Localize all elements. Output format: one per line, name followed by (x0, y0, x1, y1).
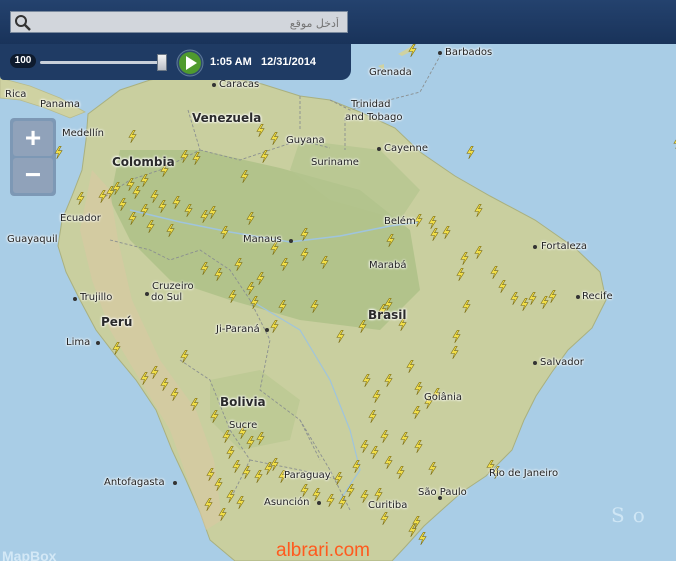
attribution-label[interactable]: MapBox (2, 548, 56, 561)
country-label: Bolivia (220, 395, 266, 409)
city-label: Belém (384, 216, 416, 227)
speed-badge[interactable]: 100 (10, 54, 36, 68)
city-label: Medellín (62, 128, 104, 139)
ocean-label: So (611, 503, 653, 527)
city-marker (265, 328, 269, 332)
city-label: Lima (66, 337, 91, 348)
city-label: Guayaquil (7, 234, 58, 245)
city-label: Panama (40, 99, 81, 110)
city-label: Manaus (243, 234, 282, 245)
city-marker (576, 295, 580, 299)
city-marker (73, 297, 77, 301)
city-label: Ji-Paraná (216, 324, 260, 335)
zoom-out-button[interactable]: − (13, 158, 53, 193)
city-label: do Sul (151, 292, 183, 303)
city-label: Rica (5, 89, 27, 100)
city-label: Barbados (445, 47, 493, 58)
city-label: Cruzeiro (152, 281, 194, 292)
city-label: Guyana (286, 135, 325, 146)
map-view[interactable]: Barbados Grenada Caracas Trinidad and To… (0, 0, 676, 561)
city-label: São Paulo (418, 487, 467, 498)
city-marker (289, 239, 293, 243)
date-readout: 12/31/2014 (261, 56, 317, 68)
magnifier-icon[interactable] (14, 14, 32, 32)
city-marker (212, 83, 216, 87)
city-label: Goiânia (424, 392, 463, 403)
city-label: Caracas (219, 79, 260, 90)
city-label: Sucre (229, 420, 258, 431)
city-label: Ecuador (60, 213, 101, 224)
timeline-slider[interactable] (40, 61, 164, 64)
city-label: Antofagasta (104, 477, 165, 488)
timeline-handle[interactable] (157, 54, 168, 71)
city-marker (438, 496, 442, 500)
city-label: Paraguay (284, 470, 331, 481)
city-marker (377, 147, 381, 151)
city-marker (317, 501, 321, 505)
city-label: Trujillo (80, 292, 113, 303)
city-label: Fortaleza (541, 241, 587, 252)
zoom-in-button[interactable]: + (13, 121, 53, 156)
city-marker (145, 292, 149, 296)
city-marker (96, 341, 100, 345)
city-label: Suriname (311, 157, 359, 168)
city-label: Curitiba (368, 500, 408, 511)
city-label: Recife (582, 291, 613, 302)
time-readout: 1:05 AM (210, 56, 252, 68)
country-label: Venezuela (192, 111, 262, 125)
city-marker (173, 481, 177, 485)
search-box[interactable] (10, 11, 348, 34)
zoom-control: + − (10, 118, 56, 196)
city-label: Salvador (540, 357, 584, 368)
city-label: Asunción (264, 497, 310, 508)
city-label: Grenada (369, 67, 412, 78)
city-label: Marabá (369, 260, 407, 271)
city-marker (438, 51, 442, 55)
country-label: Brasil (368, 308, 407, 322)
watermark: albrari.com (276, 540, 370, 561)
city-label: Trinidad (351, 99, 391, 110)
city-label: Cayenne (384, 143, 429, 154)
country-label: Colombia (112, 155, 175, 169)
map-canvas[interactable] (0, 0, 676, 561)
country-label: Perú (101, 315, 133, 329)
city-label: Rio de Janeiro (489, 468, 559, 479)
play-icon[interactable] (176, 49, 204, 77)
city-marker (533, 245, 537, 249)
city-marker (533, 361, 537, 365)
city-label: and Tobago (345, 112, 403, 123)
search-input[interactable] (37, 12, 341, 34)
